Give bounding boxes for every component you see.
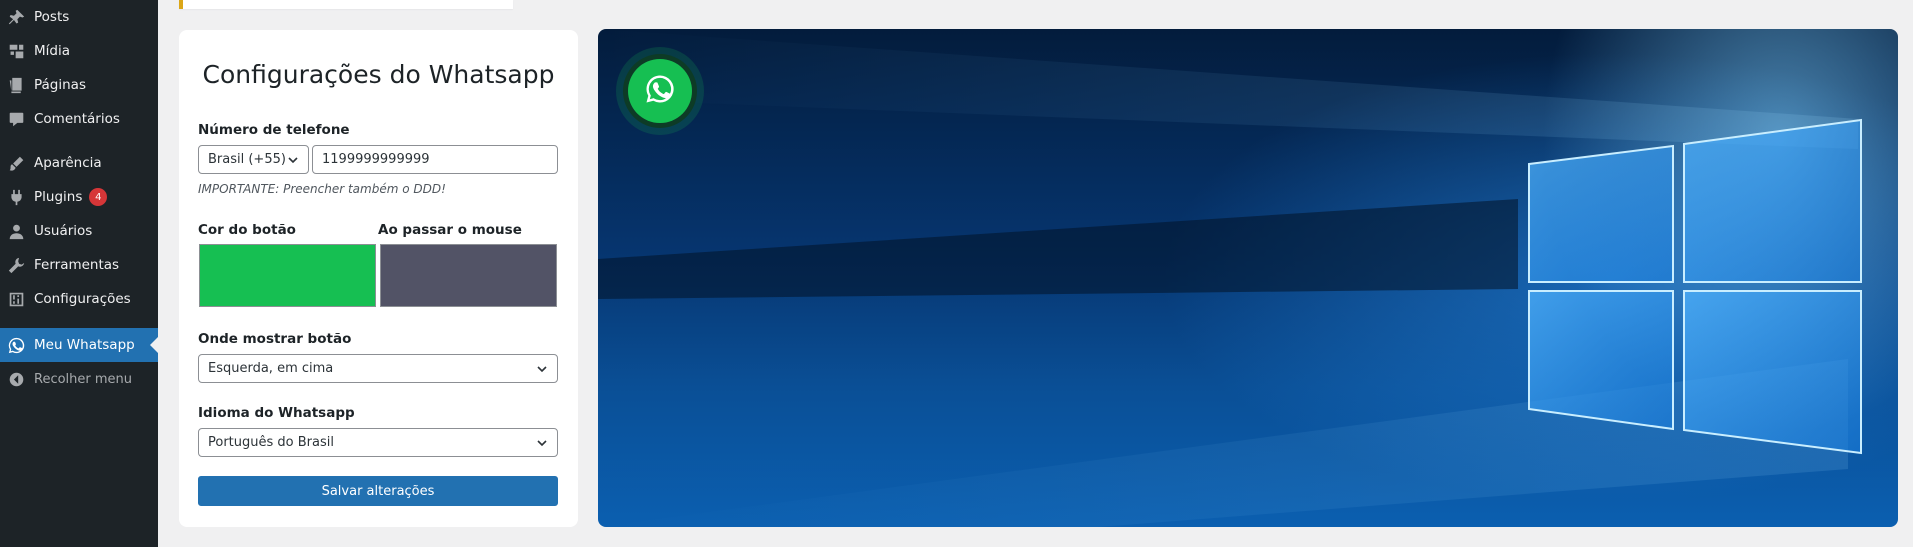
button-color-picker[interactable]: [199, 244, 376, 307]
position-select[interactable]: Esquerda, em cima: [198, 354, 558, 383]
language-value: Português do Brasil: [208, 435, 334, 450]
whatsapp-icon: [7, 336, 25, 354]
brush-icon: [7, 154, 25, 172]
sidebar-item-label: Recolher menu: [34, 371, 133, 387]
hover-color-label: Ao passar o mouse: [378, 222, 522, 238]
windows-logo-wallpaper: [598, 29, 1862, 527]
sidebar-item-posts[interactable]: Posts: [0, 0, 158, 34]
sidebar-item-plugins[interactable]: Plugins 4: [0, 180, 158, 214]
sidebar-item-settings[interactable]: Configurações: [0, 282, 158, 316]
admin-sidebar: Posts Mídia Páginas Comentários Aparênci…: [0, 0, 158, 547]
comment-icon: [7, 110, 25, 128]
whatsapp-settings-card: Configurações do Whatsapp Número de tele…: [179, 30, 578, 527]
hover-color-picker[interactable]: [380, 244, 557, 307]
country-code-select[interactable]: Brasil (+55): [198, 145, 309, 174]
chevron-down-icon: [536, 437, 548, 449]
language-select[interactable]: Português do Brasil: [198, 428, 558, 457]
sidebar-item-label: Mídia: [34, 43, 70, 59]
sidebar-item-label: Ferramentas: [34, 257, 120, 273]
chevron-down-icon: [536, 363, 548, 375]
sidebar-item-comments[interactable]: Comentários: [0, 102, 158, 136]
media-icon: [7, 42, 25, 60]
phone-label: Número de telefone: [198, 122, 350, 138]
whatsapp-floating-button[interactable]: [616, 47, 704, 135]
sidebar-item-label: Plugins: [34, 189, 83, 205]
settings-icon: [7, 290, 25, 308]
button-color-label: Cor do botão: [198, 222, 296, 238]
sidebar-item-label: Configurações: [34, 291, 131, 307]
chevron-down-icon: [287, 154, 299, 166]
sidebar-item-label: Meu Whatsapp: [34, 337, 135, 353]
save-button[interactable]: Salvar alterações: [198, 476, 558, 506]
phone-input[interactable]: 1199999999999: [312, 145, 558, 174]
collapse-menu-button[interactable]: Recolher menu: [0, 362, 158, 396]
collapse-icon: [7, 370, 25, 388]
plugin-icon: [7, 188, 25, 206]
sidebar-item-label: Páginas: [34, 77, 86, 93]
position-value: Esquerda, em cima: [208, 361, 334, 376]
user-icon: [7, 222, 25, 240]
sidebar-item-label: Usuários: [34, 223, 93, 239]
phone-hint: IMPORTANTE: Preencher também o DDD!: [198, 182, 446, 196]
language-label: Idioma do Whatsapp: [198, 405, 355, 421]
sidebar-item-pages[interactable]: Páginas: [0, 68, 158, 102]
position-label: Onde mostrar botão: [198, 331, 352, 347]
plugin-update-badge: 4: [89, 188, 108, 206]
pin-icon: [7, 8, 25, 26]
wrench-icon: [7, 256, 25, 274]
sidebar-item-label: Aparência: [34, 155, 102, 171]
pages-icon: [7, 76, 25, 94]
preview-area: [598, 29, 1898, 527]
sidebar-item-meu-whatsapp[interactable]: Meu Whatsapp: [0, 328, 158, 362]
sidebar-item-tools[interactable]: Ferramentas: [0, 248, 158, 282]
page-title: Configurações do Whatsapp: [202, 60, 555, 89]
sidebar-item-media[interactable]: Mídia: [0, 34, 158, 68]
sidebar-item-label: Posts: [34, 9, 70, 25]
admin-notice: [179, 0, 513, 9]
sidebar-item-users[interactable]: Usuários: [0, 214, 158, 248]
sidebar-item-appearance[interactable]: Aparência: [0, 146, 158, 180]
sidebar-item-label: Comentários: [34, 111, 120, 127]
country-code-value: Brasil (+55): [208, 152, 286, 167]
whatsapp-icon: [645, 74, 675, 108]
